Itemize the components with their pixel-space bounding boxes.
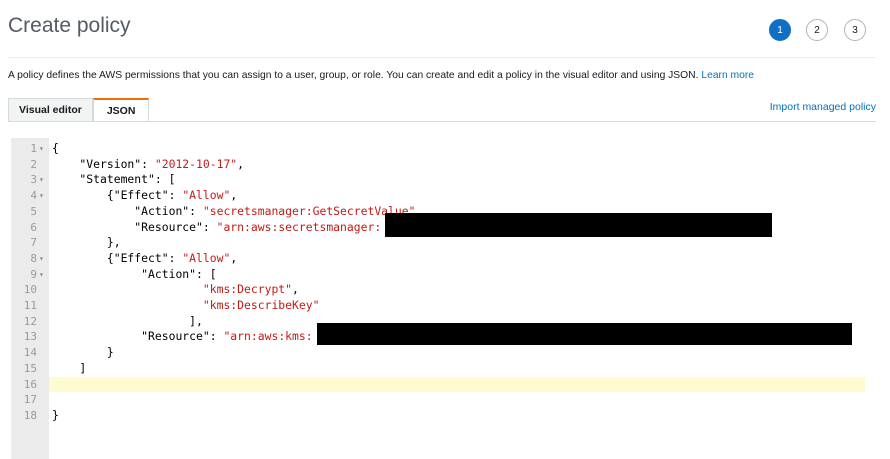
string-token: "kms:Decrypt" bbox=[202, 282, 293, 297]
fold-toggle-icon[interactable]: ▾ bbox=[39, 251, 44, 267]
step-2-indicator[interactable]: 2 bbox=[806, 19, 828, 41]
line-number: 5 bbox=[30, 204, 37, 218]
code-token: "Version": bbox=[52, 156, 155, 171]
line-number: 12 bbox=[23, 314, 37, 328]
step-1-indicator[interactable]: 1 bbox=[769, 19, 791, 41]
code-line: 18} bbox=[11, 408, 875, 424]
string-token: "kms:DescribeKey" bbox=[202, 298, 320, 312]
line-number: 18 bbox=[23, 408, 37, 422]
code-token: "Resource": bbox=[52, 329, 224, 344]
code-text: "kms:DescribeKey" bbox=[52, 298, 320, 314]
code-line: 14 } bbox=[11, 345, 875, 361]
wizard-steps: 1 2 3 bbox=[769, 19, 866, 41]
page-description: A policy defines the AWS permissions tha… bbox=[8, 70, 754, 81]
code-line: 1 ▾ { bbox=[11, 141, 875, 157]
string-token: "arn:aws:secretsmanager: bbox=[216, 219, 382, 234]
code-text: "Resource": "arn:aws:secretsmanager: bbox=[52, 220, 381, 236]
code-text: ], bbox=[52, 314, 203, 330]
line-number: 13 bbox=[23, 330, 37, 344]
line-number: 6 bbox=[30, 220, 37, 234]
code-text: "Statement": [ bbox=[52, 172, 175, 188]
code-line: 15 ] bbox=[11, 361, 875, 377]
line-number: 1 bbox=[30, 142, 37, 155]
string-token: "arn:aws:kms: bbox=[223, 329, 313, 344]
code-text: {"Effect": "Allow", bbox=[52, 188, 237, 204]
redacted-kms-arn bbox=[317, 323, 852, 345]
code-text: } bbox=[52, 345, 114, 361]
code-token: } bbox=[52, 345, 114, 360]
import-managed-policy-link[interactable]: Import managed policy bbox=[770, 101, 876, 113]
line-number: 4 bbox=[30, 189, 37, 203]
code-text: { bbox=[52, 141, 59, 157]
step-3-indicator[interactable]: 3 bbox=[844, 19, 866, 41]
code-text: "Version": "2012-10-17", bbox=[52, 157, 244, 173]
code-line: 8 ▾ {"Effect": "Allow", bbox=[11, 251, 875, 267]
code-line: 4 ▾ {"Effect": "Allow", bbox=[11, 188, 875, 204]
code-text: } bbox=[52, 408, 59, 424]
code-text: "Action": "secretsmanager:GetSecretValue… bbox=[52, 204, 422, 220]
code-token: , bbox=[237, 156, 245, 171]
code-line: 7 }, bbox=[11, 235, 875, 251]
tab-json[interactable]: JSON bbox=[92, 98, 150, 122]
code-line: 16 bbox=[11, 377, 875, 393]
string-token: "Allow" bbox=[182, 188, 231, 203]
code-token: , bbox=[292, 282, 299, 297]
editor-tabs: Visual editor JSON bbox=[8, 98, 150, 122]
code-text: ] bbox=[52, 361, 86, 377]
code-token: }, bbox=[52, 235, 121, 250]
code-line: 11 "kms:DescribeKey" bbox=[11, 298, 875, 314]
line-number: 9 bbox=[30, 267, 37, 281]
line-number: 11 bbox=[23, 299, 37, 312]
fold-toggle-icon[interactable]: ▾ bbox=[39, 188, 44, 204]
learn-more-link[interactable]: Learn more bbox=[701, 70, 754, 81]
code-token: "Resource": bbox=[52, 219, 217, 234]
line-number: 3 bbox=[30, 173, 37, 187]
line-number: 8 bbox=[30, 251, 37, 265]
code-line: 3 ▾ "Statement": [ bbox=[11, 172, 875, 188]
code-token: {"Effect": bbox=[52, 188, 183, 203]
code-token: , bbox=[230, 250, 238, 265]
code-text: "Resource": "arn:aws:kms: bbox=[52, 329, 313, 345]
code-text: {"Effect": "Allow", bbox=[52, 251, 237, 267]
string-token: "Allow" bbox=[182, 250, 231, 265]
fold-toggle-icon[interactable]: ▾ bbox=[39, 141, 44, 157]
json-code-editor[interactable]: 1 ▾{2 "Version": "2012-10-17", 3 ▾ "Stateme… bbox=[11, 138, 875, 459]
code-token: { bbox=[52, 141, 59, 155]
line-number: 16 bbox=[23, 377, 37, 391]
fold-toggle-icon[interactable]: ▾ bbox=[39, 267, 44, 283]
code-token: "Statement": [ bbox=[52, 172, 176, 187]
redacted-secret-arn bbox=[385, 213, 772, 237]
line-number: 17 bbox=[23, 393, 37, 407]
code-token: ], bbox=[52, 313, 203, 328]
tabs-divider bbox=[8, 121, 876, 122]
fold-toggle-icon[interactable]: ▾ bbox=[39, 172, 44, 188]
code-token: "Action": bbox=[52, 203, 203, 218]
code-line: 10 "kms:Decrypt", bbox=[11, 282, 875, 298]
code-token: "Action": [ bbox=[52, 266, 217, 281]
line-number: 2 bbox=[30, 157, 37, 171]
code-text: "Action": [ bbox=[52, 266, 217, 283]
line-number: 10 bbox=[23, 283, 37, 297]
code-token: , bbox=[230, 188, 238, 203]
code-text: }, bbox=[52, 235, 121, 251]
string-token: "secretsmanager:GetSecretValue" bbox=[202, 203, 416, 218]
title-divider bbox=[8, 57, 876, 58]
code-line: 9 ▾ "Action": [ bbox=[11, 267, 875, 283]
line-number: 7 bbox=[30, 236, 37, 250]
description-text: A policy defines the AWS permissions tha… bbox=[8, 70, 699, 81]
code-token: {"Effect": bbox=[52, 250, 183, 265]
tab-visual-editor[interactable]: Visual editor bbox=[8, 98, 93, 122]
string-token: "2012-10-17" bbox=[154, 156, 238, 171]
code-token: } bbox=[52, 407, 59, 422]
code-line: 2 "Version": "2012-10-17", bbox=[11, 157, 875, 173]
line-number: 14 bbox=[23, 346, 37, 360]
code-text: "kms:Decrypt", bbox=[52, 282, 299, 298]
page-title: Create policy bbox=[8, 14, 131, 37]
line-number: 15 bbox=[23, 361, 37, 375]
code-token: ] bbox=[52, 360, 87, 375]
code-line: 17 bbox=[11, 392, 875, 408]
